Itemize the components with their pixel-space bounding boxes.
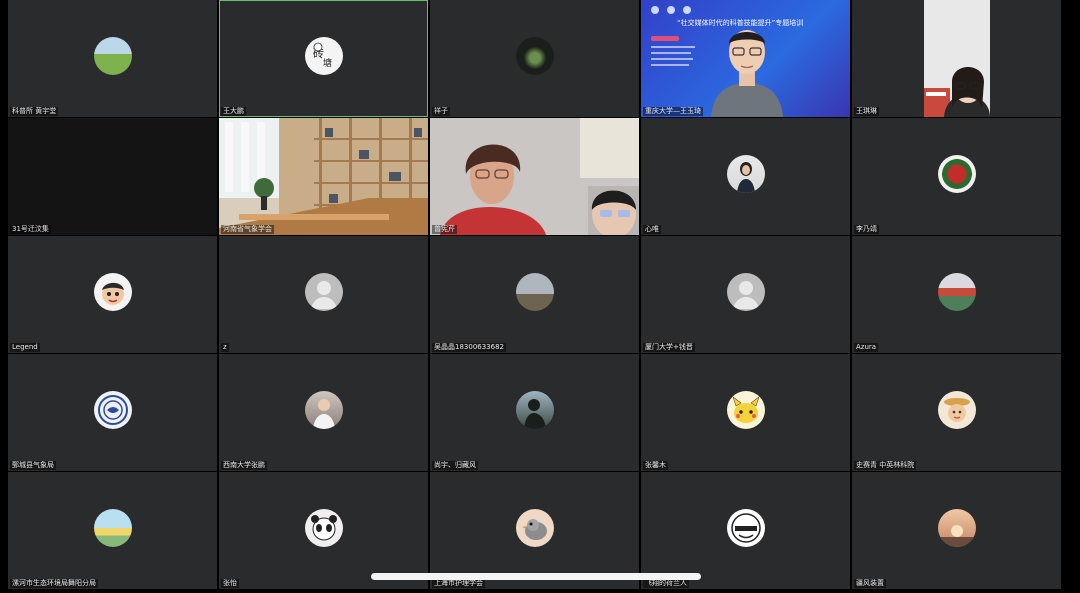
participant-tile[interactable]: 西南大学张鹏: [219, 354, 428, 471]
video-feed-webcam: [852, 0, 1061, 117]
participant-name: 疆风装置: [854, 579, 886, 588]
badge-avatar: [93, 390, 132, 429]
svg-text:塘: 塘: [323, 57, 332, 69]
cartoon-boy-avatar: [93, 272, 132, 311]
participant-tile[interactable]: “社交媒体时代的科普技能提升”专题培训 重庆大学—王玉琦: [641, 0, 850, 117]
participant-tile[interactable]: 厦门大学+钱晋: [641, 236, 850, 353]
man-photo-avatar: [304, 390, 343, 429]
participant-name: 李乃靖: [854, 225, 879, 234]
participant-name: 漯河市生态环境局舞阳分局: [10, 579, 98, 588]
night-avatar: [515, 36, 554, 75]
participant-name: 心唯: [643, 225, 661, 234]
participant-tile[interactable]: 祥子: [430, 0, 639, 117]
meadow-avatar: [93, 36, 132, 75]
calligraphy-avatar: 砖塘: [304, 36, 343, 75]
participant-name: z: [221, 343, 229, 352]
participant-name: 31号迁汶集: [10, 225, 51, 234]
participant-name: 重庆大学—王玉琦: [643, 107, 703, 116]
default-avatar: [304, 272, 343, 311]
participant-tile[interactable]: 史赛青 中英林科院: [852, 354, 1061, 471]
video-feed-presenter: “社交媒体时代的科普技能提升”专题培训: [641, 0, 850, 117]
woman-avatar: [726, 154, 765, 193]
participant-name: 西南大学张鹏: [221, 461, 267, 470]
participant-tile[interactable]: 漯河市生态环境局舞阳分局: [8, 472, 217, 589]
participant-tile[interactable]: 心唯: [641, 118, 850, 235]
participant-name: 张馨木: [643, 461, 668, 470]
video-feed-dark: [8, 118, 217, 235]
participant-name: 张怡: [221, 579, 239, 588]
landscape-avatar: [937, 272, 976, 311]
participant-tile[interactable]: 河南省气象学会: [219, 118, 428, 235]
participant-name: Azura: [854, 343, 879, 352]
participant-tile[interactable]: 尚宇、归藏风: [430, 354, 639, 471]
participant-name: 尚宇、归藏风: [432, 461, 478, 470]
participant-name: 王琪琳: [854, 107, 879, 116]
panda-girl-avatar: [304, 508, 343, 547]
silhouette-avatar: [515, 390, 554, 429]
participant-name: Legend: [10, 343, 40, 352]
presenter-illustration: [651, 6, 783, 117]
participant-name: 吴晶晶18300633682: [432, 343, 506, 352]
participant-grid: 科普所 黄宇堂砖塘王大鹏 祥子 “社交媒体时代的科普技能提升”专题培训 重庆大学—王玉…: [8, 0, 1063, 593]
participant-name: 河南省气象学会: [221, 225, 274, 234]
home-indicator-bar[interactable]: [371, 573, 701, 580]
pikachu-avatar: [726, 390, 765, 429]
participant-name: 祥子: [432, 107, 450, 116]
participant-tile[interactable]: 鄄城县气象局: [8, 354, 217, 471]
participant-tile[interactable]: 科普所 黄宇堂: [8, 0, 217, 117]
participant-tile[interactable]: Azura: [852, 236, 1061, 353]
farmer-avatar: [937, 390, 976, 429]
participant-name: 科普所 黄宇堂: [10, 107, 59, 116]
flower-avatar: [937, 154, 976, 193]
participant-tile[interactable]: 张馨木: [641, 354, 850, 471]
participant-tile[interactable]: 上海市护理学会: [430, 472, 639, 589]
city-avatar: [515, 272, 554, 311]
participant-tile[interactable]: 曾宪芹: [430, 118, 639, 235]
bird-avatar: [515, 508, 554, 547]
participant-name: 厦门大学+钱晋: [643, 343, 695, 352]
participant-tile[interactable]: 疆风装置: [852, 472, 1061, 589]
participant-tile[interactable]: 砖塘王大鹏: [219, 0, 428, 117]
participant-tile[interactable]: 王琪琳: [852, 0, 1061, 117]
mask-avatar: [726, 508, 765, 547]
participant-name: 上海市护理学会: [432, 579, 485, 588]
video-feed-room: [219, 118, 428, 235]
sunset-avatar: [937, 508, 976, 547]
default-avatar: [726, 272, 765, 311]
participant-tile[interactable]: 飞翔的荷兰人: [641, 472, 850, 589]
participant-tile[interactable]: 31号迁汶集: [8, 118, 217, 235]
participant-tile[interactable]: 张怡: [219, 472, 428, 589]
participant-tile[interactable]: 吴晶晶18300633682: [430, 236, 639, 353]
painting-avatar: [93, 508, 132, 547]
video-feed-older-woman: [430, 118, 639, 235]
participant-tile[interactable]: 李乃靖: [852, 118, 1061, 235]
participant-tile[interactable]: z: [219, 236, 428, 353]
participant-name: 曾宪芹: [432, 225, 457, 234]
participant-name: 王大鹏: [221, 107, 246, 116]
participant-name: 史赛青 中英林科院: [854, 461, 917, 470]
participant-name: 飞翔的荷兰人: [643, 579, 689, 588]
participant-name: 鄄城县气象局: [10, 461, 56, 470]
participant-tile[interactable]: Legend: [8, 236, 217, 353]
